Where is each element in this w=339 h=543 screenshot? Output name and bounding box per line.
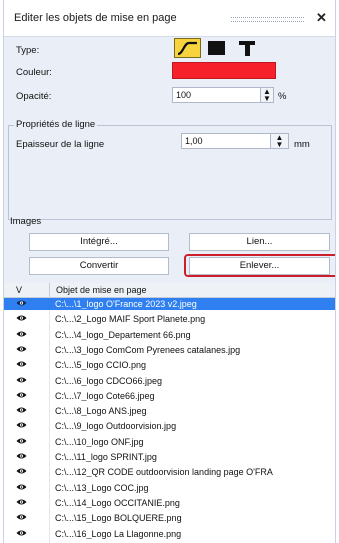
object-path: C:\...\4_logo_Departement 66.png	[55, 329, 191, 340]
visibility-eye-icon[interactable]	[16, 513, 27, 523]
object-path: C:\...\8_Logo ANS.jpeg	[55, 406, 147, 417]
object-path: C:\...\14_Logo OCCITANIE.png	[55, 497, 180, 508]
opacity-input[interactable]: 100	[172, 87, 261, 103]
convert-button[interactable]: Convertir	[29, 257, 169, 275]
object-path: C:\...\9_logo Outdoorvision.jpg	[55, 421, 177, 432]
color-swatch[interactable]	[172, 62, 276, 79]
images-label: Images	[10, 216, 42, 227]
visibility-eye-icon[interactable]	[16, 360, 27, 370]
remove-button-highlight	[184, 254, 335, 277]
line-properties-title: Propriétés de ligne	[14, 119, 98, 130]
visibility-eye-icon[interactable]	[16, 406, 27, 416]
panel-titlebar: Editer les objets de mise en page ✕	[4, 0, 335, 37]
object-path: C:\...\1_logo O'France 2023 v2.jpeg	[55, 299, 197, 309]
visibility-eye-icon[interactable]	[16, 376, 27, 386]
table-row[interactable]: C:\...\14_Logo OCCITANIE.png	[4, 497, 335, 509]
object-path: C:\...\3_logo ComCom Pyrenees catalanes.…	[55, 344, 241, 355]
table-row[interactable]: C:\...\7_logo Cote66.jpeg	[4, 390, 335, 402]
integrated-button[interactable]: Intégré...	[29, 233, 169, 251]
visibility-eye-icon[interactable]	[16, 345, 27, 355]
opacity-unit: %	[278, 91, 287, 102]
table-row[interactable]: C:\...\13_Logo COC.jpg	[4, 482, 335, 494]
visibility-eye-icon[interactable]	[16, 314, 27, 324]
object-path: C:\...\15_Logo BOLQUERE.png	[55, 513, 182, 524]
visibility-eye-icon[interactable]	[16, 498, 27, 508]
rectangle-type-button[interactable]	[204, 38, 230, 58]
text-type-button[interactable]	[234, 38, 260, 58]
object-path: C:\...\7_logo Cote66.jpeg	[55, 390, 155, 401]
visibility-eye-icon[interactable]	[16, 483, 27, 493]
layout-objects-table: V Objet de mise en page C:\...\1_logo O'…	[4, 283, 335, 543]
color-label: Couleur:	[16, 67, 52, 78]
drag-grip[interactable]	[231, 17, 304, 22]
line-thickness-input[interactable]: 1,00	[181, 133, 271, 149]
table-row[interactable]: C:\...\11_logo SPRINT.jpg	[4, 451, 335, 463]
table-row[interactable]: C:\...\10_logo ONF.jpg	[4, 436, 335, 448]
line-thickness-unit: mm	[294, 139, 310, 150]
visibility-eye-icon[interactable]	[16, 330, 27, 340]
object-path: C:\...\11_logo SPRINT.jpg	[55, 452, 157, 462]
visibility-eye-icon[interactable]	[16, 529, 27, 539]
text-type-icon	[239, 41, 255, 56]
line-type-icon	[177, 41, 197, 56]
layout-objects-panel: Editer les objets de mise en page ✕ Type…	[3, 0, 336, 543]
type-label: Type:	[16, 45, 40, 56]
visibility-eye-icon[interactable]	[16, 391, 27, 401]
object-path: C:\...\16_Logo La Llagonne.png	[55, 528, 182, 539]
line-thickness-spinner[interactable]: ▲ ▼	[270, 133, 289, 149]
table-row[interactable]: C:\...\9_logo Outdoorvision.jpg	[4, 420, 335, 432]
visibility-eye-icon[interactable]	[16, 467, 27, 477]
rectangle-type-icon	[208, 41, 225, 55]
object-path: C:\...\6_logo CDCO66.jpeg	[55, 375, 163, 386]
opacity-label: Opacité:	[16, 91, 52, 102]
object-path: C:\...\12_QR CODE outdoorvision landing …	[55, 467, 273, 478]
visibility-eye-icon[interactable]	[16, 452, 27, 462]
table-row[interactable]: C:\...\5_logo CCIO.png	[4, 359, 335, 371]
visibility-eye-icon[interactable]	[16, 299, 27, 309]
column-header-visible[interactable]: V	[16, 285, 22, 295]
close-icon[interactable]: ✕	[316, 10, 327, 26]
table-row[interactable]: C:\...\4_logo_Departement 66.png	[4, 329, 335, 341]
table-header: V Objet de mise en page	[4, 283, 335, 298]
table-row[interactable]: C:\...\1_logo O'France 2023 v2.jpeg	[4, 298, 335, 310]
table-row[interactable]: C:\...\3_logo ComCom Pyrenees catalanes.…	[4, 344, 335, 356]
table-row[interactable]: C:\...\15_Logo BOLQUERE.png	[4, 512, 335, 524]
table-row[interactable]: C:\...\2_Logo MAIF Sport Planete.png	[4, 313, 335, 325]
column-divider	[49, 283, 50, 297]
visibility-eye-icon[interactable]	[16, 437, 27, 447]
object-path: C:\...\13_Logo COC.jpg	[55, 482, 149, 493]
line-type-button[interactable]	[174, 38, 201, 58]
opacity-spinner[interactable]: ▲ ▼	[260, 87, 274, 103]
table-row[interactable]: C:\...\12_QR CODE outdoorvision landing …	[4, 466, 335, 478]
table-row[interactable]: C:\...\16_Logo La Llagonne.png	[4, 528, 335, 540]
link-button[interactable]: Lien...	[189, 233, 330, 251]
object-path: C:\...\2_Logo MAIF Sport Planete.png	[55, 314, 206, 325]
line-thickness-label: Epaisseur de la ligne	[16, 139, 105, 150]
table-row[interactable]: C:\...\8_Logo ANS.jpeg	[4, 405, 335, 417]
panel-title: Editer les objets de mise en page	[14, 12, 177, 24]
column-header-object[interactable]: Objet de mise en page	[56, 285, 147, 295]
visibility-eye-icon[interactable]	[16, 421, 27, 431]
object-path: C:\...\10_logo ONF.jpg	[55, 436, 144, 447]
table-row[interactable]: C:\...\6_logo CDCO66.jpeg	[4, 375, 335, 387]
object-path: C:\...\5_logo CCIO.png	[55, 360, 147, 371]
